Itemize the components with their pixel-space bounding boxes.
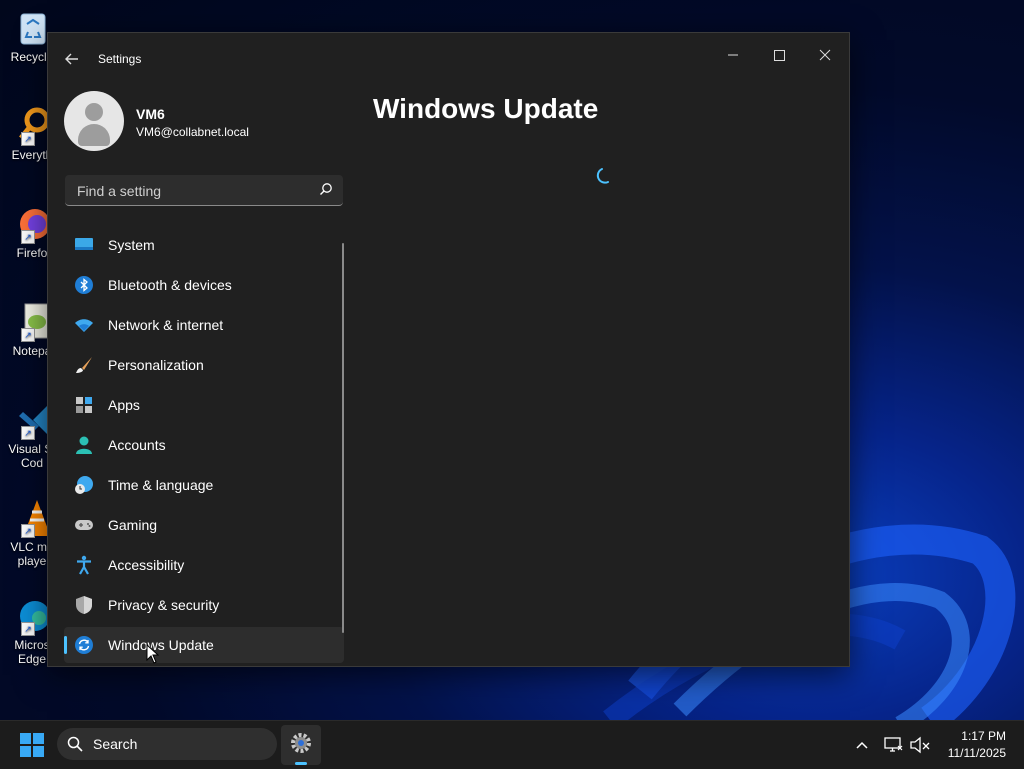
nav-item-label: Accessibility [108,557,185,573]
clock-date[interactable]: 11/11/2025 [940,746,1006,760]
nav-item-label: Gaming [108,517,158,533]
avatar[interactable] [64,91,124,151]
system-monitor-icon [75,238,93,250]
shortcut-arrow-icon: ↗ [21,230,35,244]
nav-item-label: Time & language [108,477,214,493]
gamepad-icon [75,520,93,530]
account-person-icon [76,436,92,454]
everything-search-icon: ↗ [13,106,51,146]
accessibility-icon [77,555,91,575]
volume-muted-icon[interactable] [909,735,931,755]
network-icon[interactable] [883,735,903,755]
paintbrush-icon [76,357,92,373]
vscode-icon: ↗ [13,400,51,440]
nav-item-windows-update[interactable]: Windows Update [64,627,344,663]
close-button[interactable] [802,39,848,71]
nav-item-label: Windows Update [108,637,214,653]
update-sync-icon [75,636,93,654]
mouse-cursor-icon [146,644,160,664]
settings-nav: System Bluetooth & devices Network & int… [64,227,344,666]
shortcut-arrow-icon: ↗ [21,524,35,538]
title-bar[interactable]: Settings [48,33,849,81]
chevron-up-icon[interactable] [852,735,872,755]
nav-item-privacy-security[interactable]: Privacy & security [64,587,344,623]
find-setting-search[interactable] [65,175,343,207]
settings-window: Settings VM6 VM6@collabnet.local System … [47,32,850,667]
active-app-indicator [295,762,307,765]
nav-item-gaming[interactable]: Gaming [64,507,344,543]
shortcut-arrow-icon: ↗ [21,426,35,440]
maximize-button[interactable] [756,39,802,71]
nav-item-personalization[interactable]: Personalization [64,347,344,383]
taskbar-search-box[interactable]: Search [57,728,277,760]
nav-item-label: Bluetooth & devices [108,277,232,293]
nav-item-label: Personalization [108,357,204,373]
bluetooth-icon [75,276,93,294]
nav-item-label: Privacy & security [108,597,220,613]
globe-clock-icon [75,476,93,494]
nav-item-accessibility[interactable]: Accessibility [64,547,344,583]
search-icon[interactable] [319,182,333,196]
nav-item-system[interactable]: System [64,227,344,263]
firefox-icon: ↗ [13,204,51,244]
search-icon [67,736,83,752]
vlc-icon: ↗ [13,498,51,538]
shortcut-arrow-icon: ↗ [21,328,35,342]
taskbar: Search 1:17 PM 11/11/2025 [0,720,1024,769]
shield-icon [76,596,92,614]
apps-grid-icon [76,397,92,413]
minimize-button[interactable] [710,39,756,71]
nav-item-accounts[interactable]: Accounts [64,427,344,463]
nav-item-bluetooth[interactable]: Bluetooth & devices [64,267,344,303]
shortcut-arrow-icon: ↗ [21,622,35,636]
edge-icon: ↗ [13,596,51,636]
nav-item-time-language[interactable]: Time & language [64,467,344,503]
loading-spinner-icon [596,168,609,184]
nav-item-label: Apps [108,397,140,413]
nav-scrollbar[interactable] [342,243,344,633]
nav-item-network[interactable]: Network & internet [64,307,344,343]
user-name: VM6 [136,106,165,122]
nav-item-label: Accounts [108,437,166,453]
wifi-icon [75,319,93,332]
back-arrow-icon[interactable] [60,47,84,71]
selection-indicator [64,636,67,654]
notepad-plus-plus-icon: ↗ [13,302,51,342]
nav-item-label: Network & internet [108,317,224,333]
clock-time[interactable]: 1:17 PM [940,729,1006,743]
nav-item-apps[interactable]: Apps [64,387,344,423]
settings-gear-icon [291,733,311,753]
user-email: VM6@collabnet.local [136,125,249,139]
nav-item-label: System [108,237,155,253]
taskbar-settings-app[interactable] [281,725,321,765]
shortcut-arrow-icon: ↗ [21,132,35,146]
window-title: Settings [98,52,142,66]
windows-start-icon[interactable] [14,729,50,761]
search-input[interactable] [75,175,309,207]
page-title: Windows Update [373,93,599,124]
taskbar-search-label: Search [93,736,138,752]
recycle-bin-icon [13,8,51,48]
